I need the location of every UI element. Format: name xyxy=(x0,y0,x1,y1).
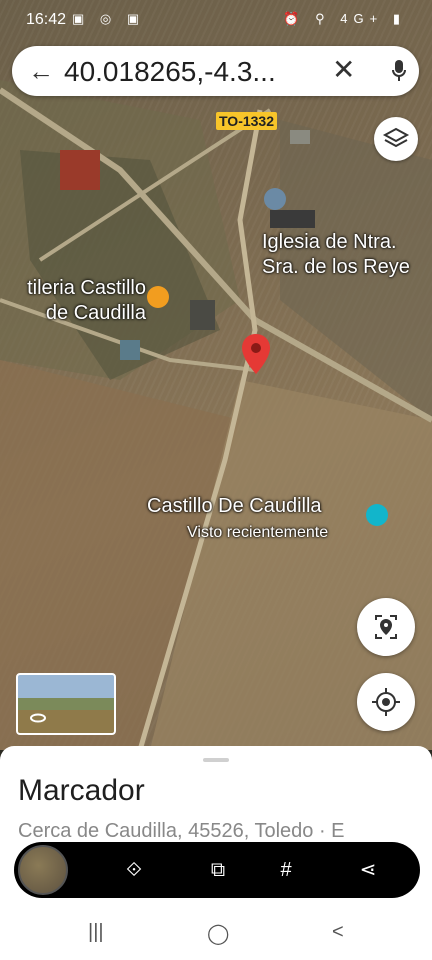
road-label: TO-1332 xyxy=(216,112,277,130)
screenshot-thumbnail[interactable] xyxy=(18,845,68,895)
hashtag-icon[interactable]: # xyxy=(270,854,302,886)
layers-icon xyxy=(382,127,410,148)
system-icons: ⏰ ⚲ 4G+ ▮ xyxy=(283,11,406,26)
place-label-church[interactable]: Iglesia de Ntra. Sra. de los Reye xyxy=(262,230,410,280)
my-location-button[interactable] xyxy=(357,673,415,731)
street-view-thumbnail[interactable] xyxy=(16,673,116,735)
back-arrow-icon[interactable]: ← xyxy=(28,57,54,85)
place-name: Sra. de los Reye xyxy=(262,256,410,278)
place-address: Cerca de Caudilla, 45526, Toledo · E xyxy=(18,820,345,842)
place-label-destileria[interactable]: tileria Castillo de Caudilla xyxy=(0,276,146,326)
back-button[interactable]: < xyxy=(332,921,344,944)
rotate-360-icon xyxy=(30,713,46,723)
map-marker-icon xyxy=(375,615,397,639)
place-name: tileria Castillo xyxy=(27,277,146,299)
home-button[interactable]: ◯ xyxy=(207,921,229,946)
share-icon[interactable]: ⋖ xyxy=(352,854,384,886)
system-nav-bar: ||| ◯ < xyxy=(0,906,432,960)
crosshair-icon xyxy=(372,688,400,716)
status-bar: 16:42 ▣ ◎ ▣ ⏰ ⚲ 4G+ ▮ xyxy=(0,0,432,40)
recently-viewed-label: Visto recientemente xyxy=(187,524,329,541)
place-location-button[interactable] xyxy=(357,598,415,656)
bar-icon[interactable] xyxy=(147,286,169,308)
screenshot-toolbar: ⟐ ⧉ # ⋖ xyxy=(14,842,420,898)
layers-button[interactable] xyxy=(374,117,418,161)
search-query[interactable]: 40.018265,-4.3... xyxy=(64,56,314,88)
location-pin-icon[interactable] xyxy=(242,334,270,374)
scan-icon[interactable]: ⟐ xyxy=(118,854,150,886)
church-icon[interactable] xyxy=(264,188,286,210)
mic-icon[interactable] xyxy=(392,60,406,82)
notification-icons: ▣ ◎ ▣ xyxy=(72,11,146,26)
place-name: Iglesia de Ntra. xyxy=(262,231,397,253)
place-name: de Caudilla xyxy=(45,302,146,324)
clear-icon[interactable]: ✕ xyxy=(332,55,355,85)
place-title: Marcador xyxy=(18,774,145,807)
crop-edit-icon[interactable]: ⧉ xyxy=(202,854,234,886)
place-label-castle[interactable]: Castillo De Caudilla xyxy=(147,494,322,519)
search-bar[interactable]: ← 40.018265,-4.3... ✕ xyxy=(12,46,419,96)
castle-icon[interactable] xyxy=(366,504,388,526)
drag-handle[interactable] xyxy=(203,758,229,762)
recents-button[interactable]: ||| xyxy=(88,921,104,944)
clock: 16:42 xyxy=(26,11,67,28)
